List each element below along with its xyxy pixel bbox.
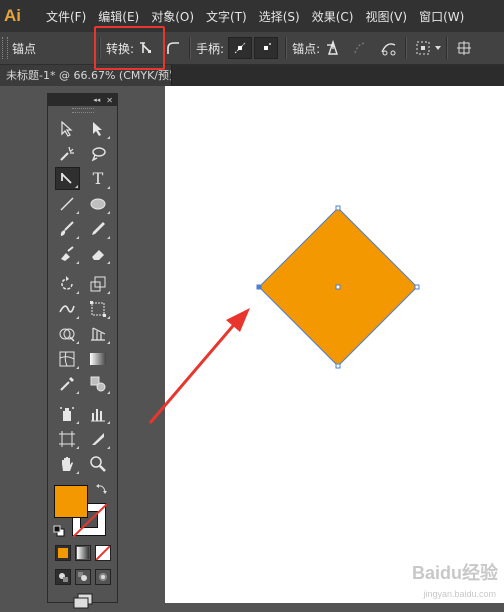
annotation-arrow: [148, 308, 250, 424]
fill-swatch[interactable]: [54, 485, 88, 518]
swap-fill-stroke-icon[interactable]: [96, 483, 108, 495]
diamond-shape[interactable]: [256, 205, 420, 369]
fill-stroke-area: [48, 481, 117, 541]
screen-mode-row: [48, 593, 117, 609]
pen-tool-icon[interactable]: [54, 167, 80, 190]
tools-panel-grip[interactable]: [48, 106, 117, 115]
artboard-tool-icon[interactable]: [55, 427, 80, 450]
free-transform-tool-icon[interactable]: [86, 297, 111, 320]
type-tool-icon[interactable]: T: [86, 167, 111, 190]
watermark-url: jingyan.baidu.com: [423, 589, 496, 599]
screen-mode-icon[interactable]: [72, 593, 94, 609]
scale-tool-icon[interactable]: [86, 272, 111, 295]
column-graph-tool-icon[interactable]: [86, 402, 111, 425]
slice-tool-icon[interactable]: [86, 427, 111, 450]
lasso-tool-icon[interactable]: [86, 142, 111, 165]
convert-highlight-box: [94, 26, 165, 70]
blend-tool-icon[interactable]: [86, 372, 111, 395]
collapse-panel-icon[interactable]: ◂◂: [93, 96, 100, 104]
direct-selection-tool-icon[interactable]: [86, 117, 111, 140]
eyedropper-tool-icon[interactable]: [55, 372, 80, 395]
draw-normal-icon[interactable]: [54, 569, 71, 585]
close-panel-icon[interactable]: ✕: [106, 96, 113, 105]
default-fill-stroke-icon[interactable]: [53, 525, 65, 537]
color-mode-row: [48, 545, 117, 561]
zoom-tool-icon[interactable]: [86, 452, 111, 475]
draw-inside-icon[interactable]: [94, 569, 111, 585]
draw-behind-icon[interactable]: [74, 569, 91, 585]
line-segment-tool-icon[interactable]: [55, 192, 80, 215]
gradient-mode-button[interactable]: [74, 545, 91, 561]
watermark-logo: Baidu经验: [411, 563, 498, 583]
tools-panel: ◂◂ ✕ T: [47, 93, 118, 609]
shape-builder-tool-icon[interactable]: [55, 322, 80, 345]
none-mode-button[interactable]: [94, 545, 111, 561]
selection-tool-icon[interactable]: [55, 117, 80, 140]
gradient-tool-icon[interactable]: [86, 347, 111, 370]
symbol-sprayer-tool-icon[interactable]: [55, 402, 80, 425]
ellipse-tool-icon[interactable]: [86, 192, 111, 215]
color-mode-button[interactable]: [54, 545, 71, 561]
width-tool-icon[interactable]: [55, 297, 80, 320]
hand-tool-icon[interactable]: [55, 452, 80, 475]
mesh-tool-icon[interactable]: [55, 347, 80, 370]
paintbrush-tool-icon[interactable]: [55, 217, 80, 240]
pencil-tool-icon[interactable]: [86, 217, 111, 240]
draw-mode-row: [48, 569, 117, 585]
rotate-tool-icon[interactable]: [55, 272, 80, 295]
perspective-grid-tool-icon[interactable]: [86, 322, 111, 345]
blob-brush-tool-icon[interactable]: [55, 242, 80, 265]
tools-panel-header: ◂◂ ✕: [48, 94, 117, 106]
magic-wand-tool-icon[interactable]: [55, 142, 80, 165]
eraser-tool-icon[interactable]: [86, 242, 111, 265]
